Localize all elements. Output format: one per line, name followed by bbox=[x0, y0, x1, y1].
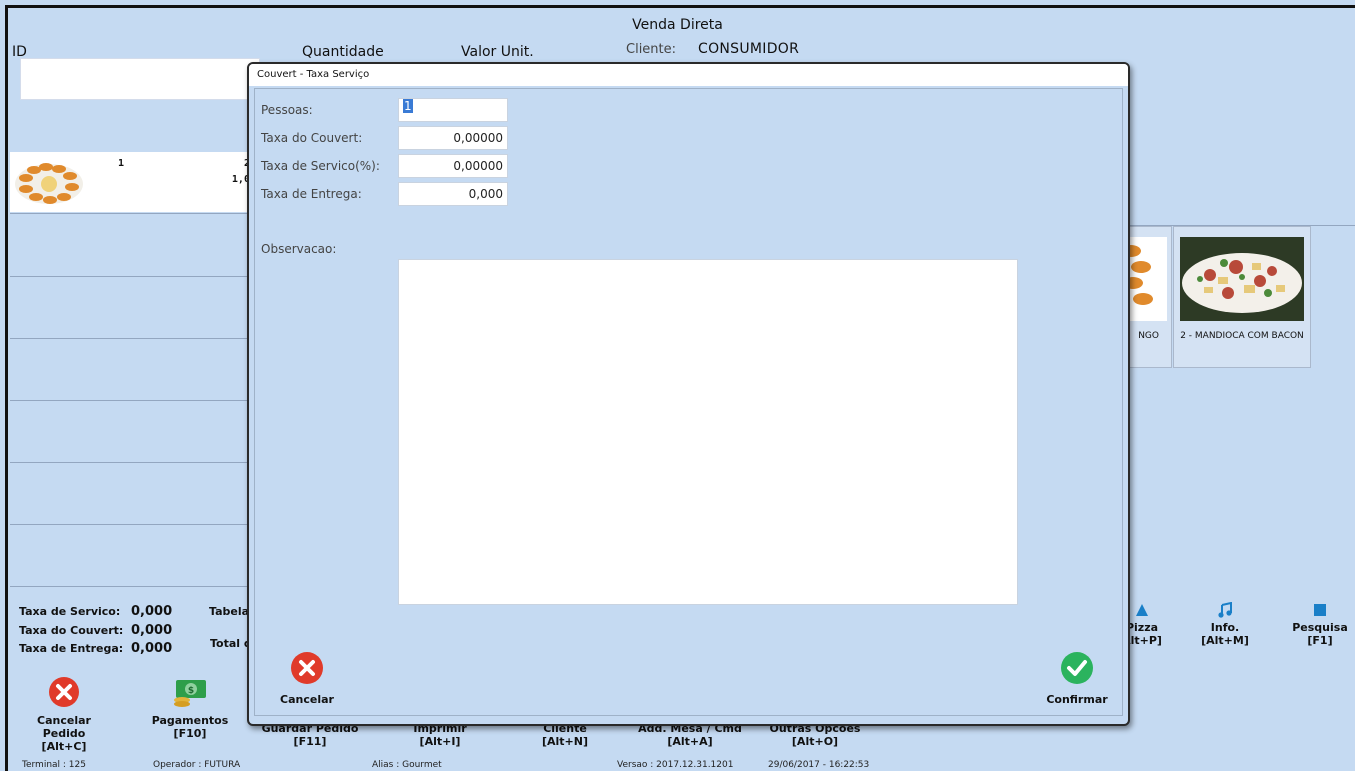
save-order-shortcut: [F11] bbox=[293, 735, 327, 748]
info-label: Info. bbox=[1210, 621, 1240, 634]
delivery-fee-value: 0,000 bbox=[131, 641, 173, 656]
product-label: 2 - MANDIOCA COM BACON bbox=[1180, 331, 1304, 341]
product-card[interactable]: 2 - MANDIOCA COM BACON bbox=[1173, 226, 1311, 368]
svg-text:$: $ bbox=[188, 686, 194, 696]
row-divider bbox=[10, 586, 260, 587]
observation-label: Observacao: bbox=[261, 242, 337, 256]
service-fee-label: Taxa de Servico: bbox=[19, 605, 121, 618]
couvert-fee-input[interactable]: 0,00000 bbox=[398, 126, 508, 150]
people-value: 1 bbox=[403, 99, 413, 113]
couvert-fee-field-label: Taxa do Couvert: bbox=[261, 131, 363, 145]
search-label: Pesquisa bbox=[1292, 621, 1348, 634]
cancel-order-button[interactable]: Cancelar Pedido [Alt+C] bbox=[14, 676, 114, 753]
dialog-cancel-button[interactable]: Cancelar bbox=[277, 651, 337, 706]
info-shortcut: [Alt+M] bbox=[1201, 634, 1249, 647]
status-version: Versao : 2017.12.31.1201 bbox=[617, 760, 734, 770]
payments-shortcut: [F10] bbox=[173, 727, 207, 740]
search-button[interactable]: Pesquisa [F1] bbox=[1290, 602, 1350, 647]
payments-button[interactable]: $ Pagamentos [F10] bbox=[140, 676, 240, 740]
dialog-confirm-label: Confirmar bbox=[1046, 693, 1108, 706]
cancel-order-label: Cancelar Pedido bbox=[37, 714, 91, 740]
row-divider bbox=[10, 462, 260, 463]
product-image bbox=[1180, 237, 1304, 321]
cancel-x-icon bbox=[49, 677, 79, 707]
payments-label: Pagamentos bbox=[151, 714, 229, 727]
quantity-column-header: Quantidade bbox=[302, 44, 384, 60]
service-fee-field-label: Taxa de Servico(%): bbox=[261, 159, 380, 173]
print-shortcut: [Alt+I] bbox=[419, 735, 461, 748]
add-table-shortcut: [Alt+A] bbox=[667, 735, 713, 748]
unit-value-column-header: Valor Unit. bbox=[461, 44, 534, 60]
search-square-icon bbox=[1314, 604, 1326, 616]
search-shortcut: [F1] bbox=[1307, 634, 1333, 647]
row-divider bbox=[10, 524, 260, 525]
item-row[interactable]: 1 28 1,00 bbox=[10, 152, 260, 212]
service-fee-input[interactable]: 0,00000 bbox=[398, 154, 508, 178]
price-table-label: Tabela bbox=[209, 605, 250, 618]
observation-textarea[interactable] bbox=[398, 259, 1018, 605]
info-button[interactable]: Info. [Alt+M] bbox=[1195, 602, 1255, 647]
delivery-fee-field-label: Taxa de Entrega: bbox=[261, 187, 362, 201]
other-options-shortcut: [Alt+O] bbox=[791, 735, 839, 748]
money-icon: $ bbox=[174, 680, 206, 707]
row-divider bbox=[10, 400, 260, 401]
status-alias: Alias : Gourmet bbox=[372, 760, 442, 770]
item-thumbnail bbox=[12, 156, 86, 208]
music-note-icon bbox=[1218, 602, 1232, 618]
client-value[interactable]: CONSUMIDOR bbox=[698, 41, 799, 57]
couvert-fee-value: 0,000 bbox=[131, 623, 173, 638]
couvert-fee-label: Taxa do Couvert: bbox=[19, 624, 124, 637]
status-operator: Operador : FUTURA bbox=[153, 760, 241, 770]
window-title: Venda Direta bbox=[632, 17, 723, 33]
cancel-x-icon bbox=[291, 652, 323, 684]
dialog-title: Couvert - Taxa Serviço bbox=[249, 64, 1128, 86]
couvert-dialog: Couvert - Taxa Serviço Pessoas: 1 Taxa d… bbox=[247, 62, 1130, 726]
confirm-check-icon bbox=[1061, 652, 1093, 684]
cancel-order-shortcut: [Alt+C] bbox=[41, 740, 87, 753]
pizza-icon bbox=[1136, 604, 1148, 616]
row-divider bbox=[10, 213, 260, 214]
row-divider bbox=[10, 276, 260, 277]
status-datetime: 29/06/2017 - 16:22:53 bbox=[768, 760, 870, 770]
client-button-shortcut: [Alt+N] bbox=[541, 735, 589, 748]
people-label: Pessoas: bbox=[261, 103, 313, 117]
item-id: 1 bbox=[118, 158, 125, 169]
dialog-confirm-button[interactable]: Confirmar bbox=[1037, 651, 1117, 706]
dialog-cancel-label: Cancelar bbox=[280, 693, 334, 706]
total-label: Total d bbox=[210, 637, 252, 650]
client-label: Cliente: bbox=[626, 42, 677, 57]
delivery-fee-label: Taxa de Entrega: bbox=[19, 642, 124, 655]
row-divider bbox=[10, 338, 260, 339]
delivery-fee-input[interactable]: 0,000 bbox=[398, 182, 508, 206]
id-input[interactable] bbox=[20, 58, 260, 100]
service-fee-value: 0,000 bbox=[131, 604, 173, 619]
dialog-body: Pessoas: 1 Taxa do Couvert: 0,00000 Taxa… bbox=[254, 88, 1123, 716]
people-input[interactable]: 1 bbox=[398, 98, 508, 122]
status-terminal: Terminal : 125 bbox=[22, 760, 86, 770]
